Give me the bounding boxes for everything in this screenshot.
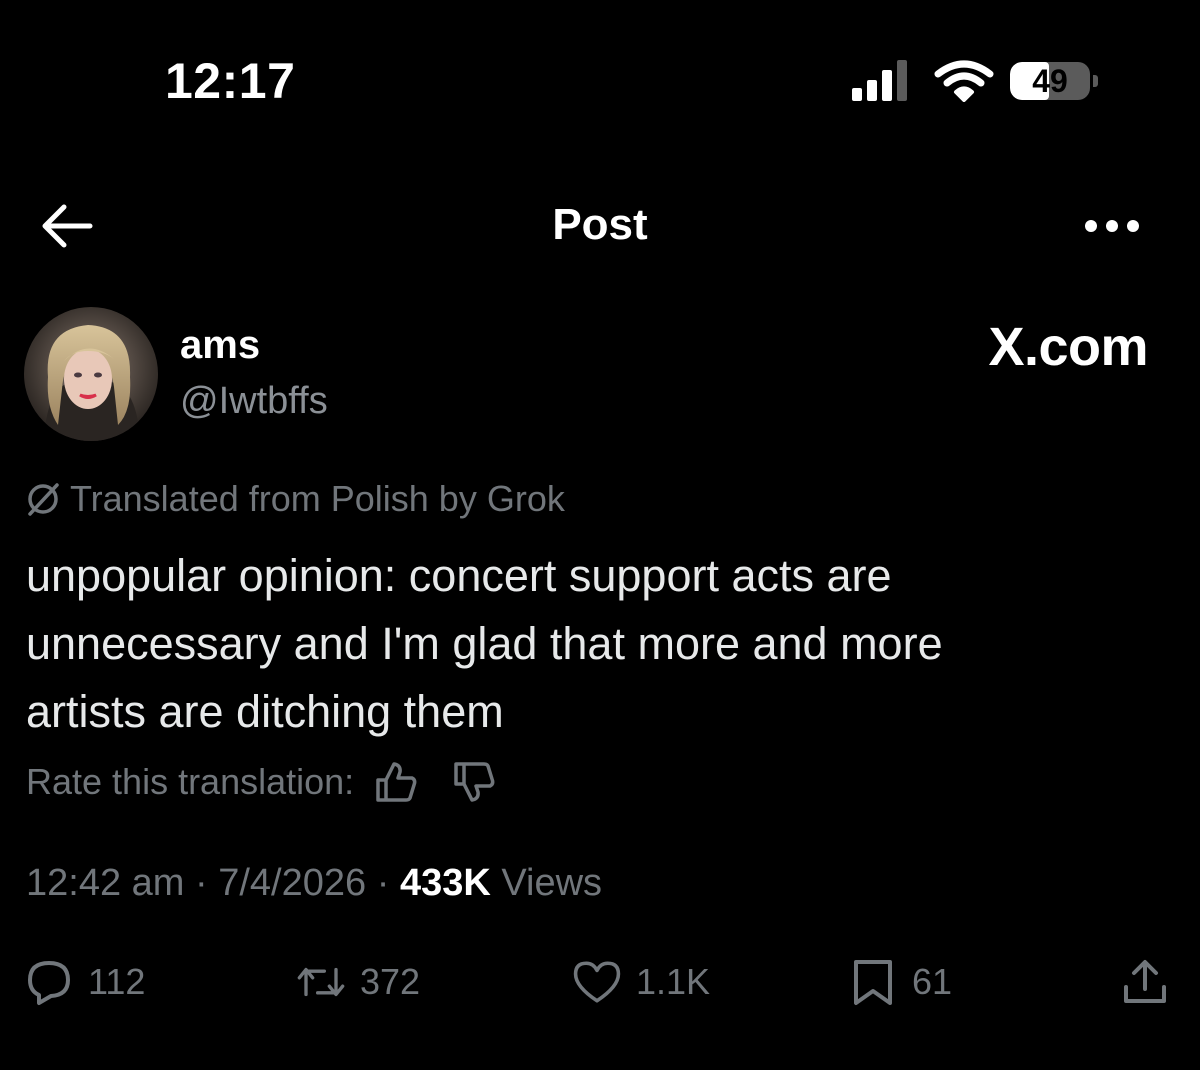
- status-icons: 49: [850, 58, 1110, 104]
- watermark: X.com: [988, 317, 1148, 377]
- share-icon: [1124, 960, 1166, 1003]
- views-label: Views: [501, 862, 603, 904]
- grok-icon: [28, 483, 59, 516]
- tweet-text-line: unpopular opinion: concert support acts …: [26, 550, 892, 601]
- translation-notice: Translated from Polish by Grok: [24, 478, 565, 520]
- status-time: 12:17: [165, 53, 296, 109]
- ellipsis-icon: [1085, 220, 1139, 232]
- user-handle[interactable]: @Iwtbffs: [180, 380, 328, 423]
- translation-notice-text: Translated from Polish by Grok: [70, 478, 565, 519]
- meta-separator: ·: [195, 862, 208, 904]
- tweet-text: unpopular opinion: concert support acts …: [26, 542, 1166, 746]
- repost-icon: [297, 967, 345, 997]
- like-button[interactable]: 1.1K: [572, 950, 710, 1014]
- post-time: 12:42 am: [26, 862, 185, 904]
- cellular-signal-icon: [852, 60, 907, 101]
- page-title: Post: [552, 200, 648, 249]
- reply-icon: [28, 961, 70, 1005]
- battery-icon: 49: [1010, 62, 1098, 100]
- rate-translation: Rate this translation:: [26, 760, 496, 804]
- action-bar: 112 372 1.1K 61: [0, 950, 1200, 1014]
- battery-percentage: 49: [1032, 63, 1068, 99]
- post-date: 7/4/2026: [218, 862, 367, 904]
- reply-button[interactable]: 112: [24, 950, 145, 1014]
- tweet-text-line: unnecessary and I'm glad that more and m…: [26, 618, 943, 669]
- bookmark-icon: [854, 960, 892, 1005]
- tweet-text-line: artists are ditching them: [26, 686, 504, 737]
- repost-count: 372: [360, 961, 421, 1002]
- heart-icon: [573, 961, 621, 1003]
- rate-translation-label: Rate this translation:: [26, 761, 355, 802]
- bookmark-count: 61: [912, 961, 953, 1002]
- thumbs-up-icon[interactable]: [374, 760, 418, 804]
- avatar[interactable]: [24, 307, 158, 441]
- repost-button[interactable]: 372: [296, 950, 420, 1014]
- meta-separator: ·: [376, 862, 390, 904]
- more-options-button[interactable]: [1082, 212, 1142, 240]
- wifi-icon: [934, 60, 994, 102]
- display-name[interactable]: ams: [180, 323, 260, 368]
- share-button[interactable]: [1120, 950, 1170, 1014]
- like-count: 1.1K: [636, 961, 711, 1002]
- reply-count: 112: [88, 961, 146, 1002]
- post-meta: 12:42 am · 7/4/2026 · 433K Views: [26, 862, 602, 905]
- views-count[interactable]: 433K: [400, 862, 491, 904]
- battery-cap: [1093, 75, 1098, 87]
- thumbs-down-icon[interactable]: [452, 760, 496, 804]
- bookmark-button[interactable]: 61: [848, 950, 952, 1014]
